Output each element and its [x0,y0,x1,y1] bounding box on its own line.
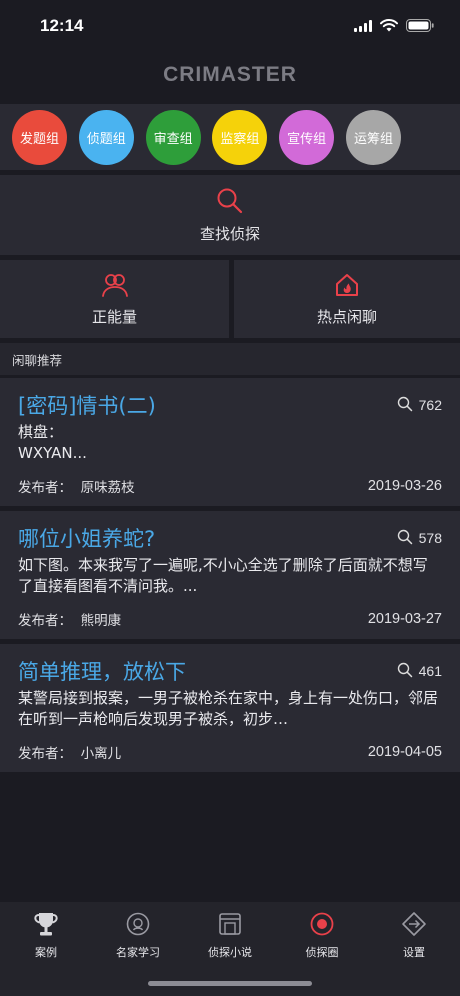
post-date: 2019-04-05 [367,744,442,760]
group-label: 运筹组 [353,131,393,147]
search-icon [216,187,244,219]
find-detective-label: 查找侦探 [199,224,260,243]
author-label: 发布者： [18,746,72,762]
post-title: 简单推理，放松下 [18,660,186,684]
hot-chat-label: 热点闲聊 [316,307,377,326]
post-title: 哪位小姐养蛇? [18,527,156,551]
groups-row: 发题组 侦题组 审查组 监察组 宣传组 运筹组 [0,104,460,170]
post-author: 发布者： 小离儿 [18,742,121,762]
author-name: 原味荔枝 [80,480,135,496]
section-header: 闲聊推荐 [0,343,460,375]
post-title: [密码]情书(二) [18,394,156,418]
tab-label: 侦探圈 [305,946,339,959]
status-icons [354,17,434,36]
author-label: 发布者： [18,613,72,629]
target-icon [308,910,336,938]
group-button-zhenti[interactable]: 侦题组 [78,109,134,165]
group-label: 监察组 [220,131,260,147]
status-time: 12:14 [40,16,84,35]
signal-icon [354,17,372,36]
find-detective-button[interactable]: 查找侦探 [0,175,460,255]
group-button-jiancha[interactable]: 监察组 [212,109,268,165]
tab-cases[interactable]: 案例 [0,910,92,996]
view-count-value: 762 [418,397,442,413]
trophy-icon [32,910,60,938]
app-header: CRIMASTER [0,52,460,98]
post-date: 2019-03-27 [367,611,442,627]
positive-energy-button[interactable]: 正能量 [0,260,229,338]
post-footer: 发布者： 熊明康 2019-03-27 [18,609,442,629]
view-count-value: 461 [418,663,442,679]
users-icon [101,272,129,302]
group-button-yunchou[interactable]: 运筹组 [345,109,401,165]
search-icon [397,662,413,681]
battery-icon [406,17,434,36]
post-card[interactable]: 哪位小姐养蛇? 578 如下图。本来我写了一遍呢,不小心全选了删除了后面就不想写… [0,511,460,639]
group-label: 侦题组 [86,131,126,147]
wifi-icon [380,17,398,36]
author-name: 小离儿 [80,746,122,762]
group-label: 宣传组 [287,131,327,147]
badge-icon [124,910,152,938]
view-count: 578 [397,529,442,548]
post-body: 如下图。本来我写了一遍呢,不小心全选了删除了后面就不想写了直接看图看不清问我。.… [18,556,428,595]
view-count: 461 [397,662,442,681]
search-icon [397,396,413,415]
app-title: CRIMASTER [163,63,297,86]
post-author: 发布者： 原味荔枝 [18,476,135,496]
author-name: 熊明康 [80,613,122,629]
post-body: 某警局接到报案，一男子被枪杀在家中，身上有一处伤口，邻居在听到一声枪响后发现男子… [18,689,439,728]
tab-label: 名家学习 [116,946,160,959]
post-card[interactable]: 简单推理，放松下 461 某警局接到报案，一男子被枪杀在家中，身上有一处伤口，邻… [0,644,460,772]
group-button-shencha[interactable]: 审查组 [145,109,201,165]
home-indicator[interactable] [148,981,312,986]
view-count-value: 578 [418,530,442,546]
group-label: 发题组 [19,131,59,147]
post-body: 棋盘： WXYAN... [18,423,87,462]
group-button-xuanchuan[interactable]: 宣传组 [279,109,335,165]
home-fire-icon [334,272,360,302]
tab-label: 设置 [403,946,425,959]
post-card[interactable]: [密码]情书(二) 762 棋盘： WXYAN... 发布者： 原味荔枝 201… [0,378,460,506]
tab-label: 案例 [35,946,57,959]
book-icon [216,910,244,938]
author-label: 发布者： [18,480,72,496]
post-author: 发布者： 熊明康 [18,609,121,629]
status-bar: 12:14 [0,0,460,52]
view-count: 762 [397,396,442,415]
section-title: 闲聊推荐 [12,352,63,368]
post-footer: 发布者： 原味荔枝 2019-03-26 [18,476,442,496]
tab-settings[interactable]: 设置 [368,910,460,996]
group-button-fati[interactable]: 发题组 [12,109,67,165]
search-icon [397,529,413,548]
settings-icon [400,910,428,938]
post-footer: 发布者： 小离儿 2019-04-05 [18,742,442,762]
hot-chat-button[interactable]: 热点闲聊 [234,260,460,338]
tab-label: 侦探小说 [208,946,252,959]
feature-tiles: 正能量 热点闲聊 [0,260,460,338]
post-date: 2019-03-26 [367,478,442,494]
group-label: 审查组 [153,131,193,147]
positive-energy-label: 正能量 [91,307,137,326]
